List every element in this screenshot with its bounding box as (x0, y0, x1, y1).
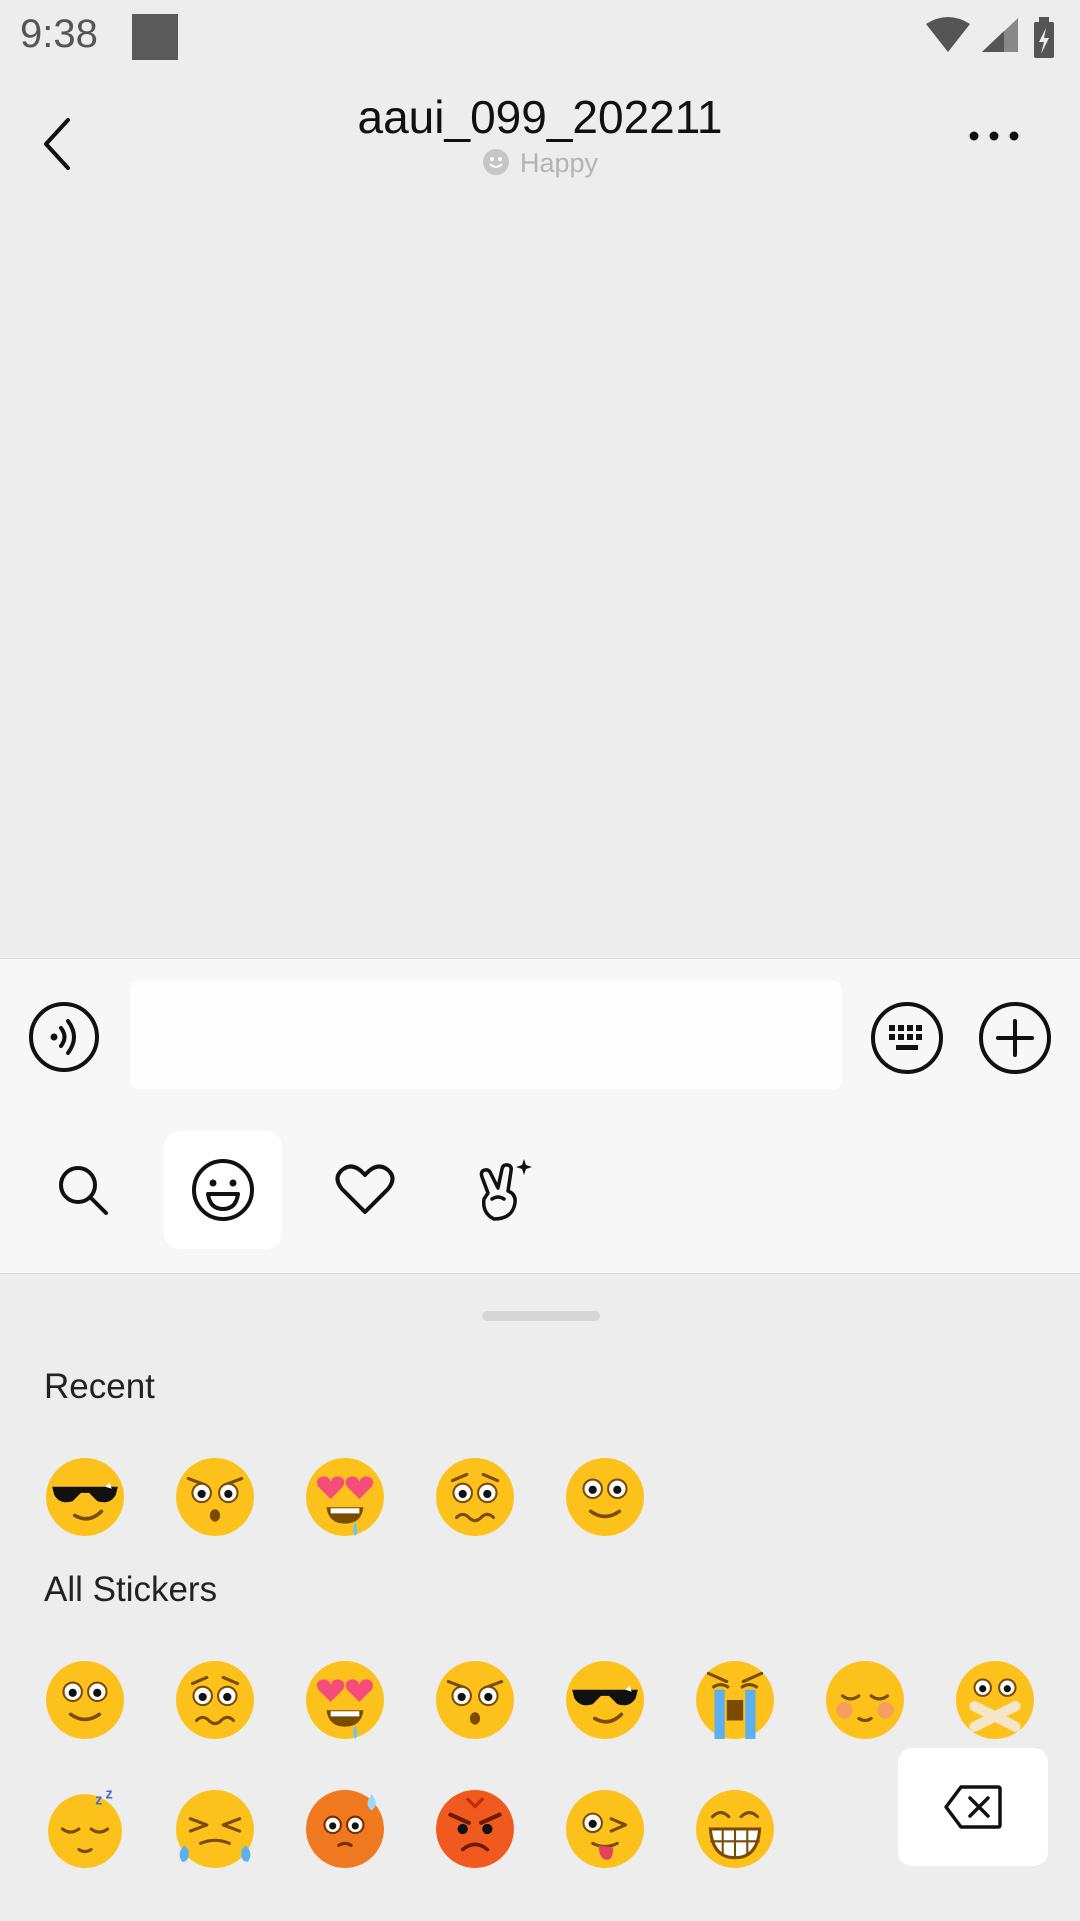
battery-icon (1034, 17, 1054, 58)
keyboard-button[interactable] (870, 1001, 944, 1075)
status-icons (922, 14, 1062, 60)
voice-button[interactable] (28, 1001, 100, 1073)
tab-favorites[interactable] (306, 1131, 424, 1249)
smiley-icon (192, 1159, 254, 1221)
worried-emoji[interactable] (434, 1456, 516, 1538)
tab-gestures[interactable] (446, 1131, 564, 1249)
status-bar: 9:38 (0, 0, 1080, 76)
more-dots-icon (969, 131, 1019, 141)
message-input[interactable] (130, 981, 842, 1089)
status-time: 9:38 (20, 12, 98, 56)
sticker-panel: Recent All Stickers z z (0, 1273, 1080, 1921)
svg-text:z: z (95, 1792, 102, 1808)
chat-title: aaui_099_202211 (357, 91, 723, 143)
grin-emoji[interactable] (694, 1788, 776, 1870)
tab-emoji[interactable] (164, 1131, 282, 1249)
blushing-emoji[interactable] (824, 1659, 906, 1741)
chat-status: Happy (0, 148, 1080, 183)
recent-label: Recent (44, 1367, 155, 1406)
sleeping-emoji[interactable]: z z (44, 1788, 126, 1870)
status-label: Happy (519, 148, 599, 178)
more-options-button[interactable] (962, 116, 1032, 156)
sticker-tab-bar (0, 1131, 1080, 1251)
tab-search[interactable] (24, 1131, 142, 1249)
tears-of-joy-emoji[interactable] (174, 1788, 256, 1870)
more-actions-button[interactable] (978, 1001, 1052, 1075)
sweating-red-emoji[interactable] (304, 1788, 386, 1870)
zipped-mouth-emoji[interactable] (954, 1659, 1036, 1741)
composer (0, 958, 1080, 1274)
plus-icon (979, 1002, 1051, 1074)
shocked-emoji[interactable] (174, 1456, 256, 1538)
svg-text:z: z (106, 1788, 113, 1802)
cool-sunglasses-emoji[interactable] (564, 1659, 646, 1741)
signal-icon (982, 18, 1018, 52)
angry-emoji[interactable] (434, 1788, 516, 1870)
heart-eyes-drool-emoji[interactable] (304, 1659, 386, 1741)
crying-emoji[interactable] (694, 1659, 776, 1741)
voice-icon (29, 1002, 99, 1072)
cool-sunglasses-emoji[interactable] (44, 1456, 126, 1538)
message-list[interactable] (0, 200, 1080, 958)
keyboard-icon (871, 1002, 943, 1074)
smile-emoji[interactable] (44, 1659, 126, 1741)
search-icon (59, 1166, 108, 1215)
peace-hand-icon (479, 1159, 532, 1221)
notification-icon (132, 14, 178, 60)
heart-icon (335, 1164, 395, 1214)
recent-stickers (0, 1456, 1080, 1556)
wifi-icon (926, 17, 970, 52)
wink-tongue-emoji[interactable] (564, 1788, 646, 1870)
backspace-icon (944, 1785, 1002, 1829)
status-smile-icon (482, 148, 510, 183)
chat-header: aaui_099_202211 Happy (0, 76, 1080, 200)
smile-emoji[interactable] (564, 1456, 646, 1538)
shocked-emoji[interactable] (434, 1659, 516, 1741)
heart-eyes-drool-emoji[interactable] (304, 1456, 386, 1538)
worried-emoji[interactable] (174, 1659, 256, 1741)
drag-handle[interactable] (482, 1311, 600, 1321)
all-stickers-label: All Stickers (44, 1570, 218, 1609)
delete-button[interactable] (898, 1748, 1048, 1866)
all-stickers-row-1 (0, 1659, 1080, 1759)
